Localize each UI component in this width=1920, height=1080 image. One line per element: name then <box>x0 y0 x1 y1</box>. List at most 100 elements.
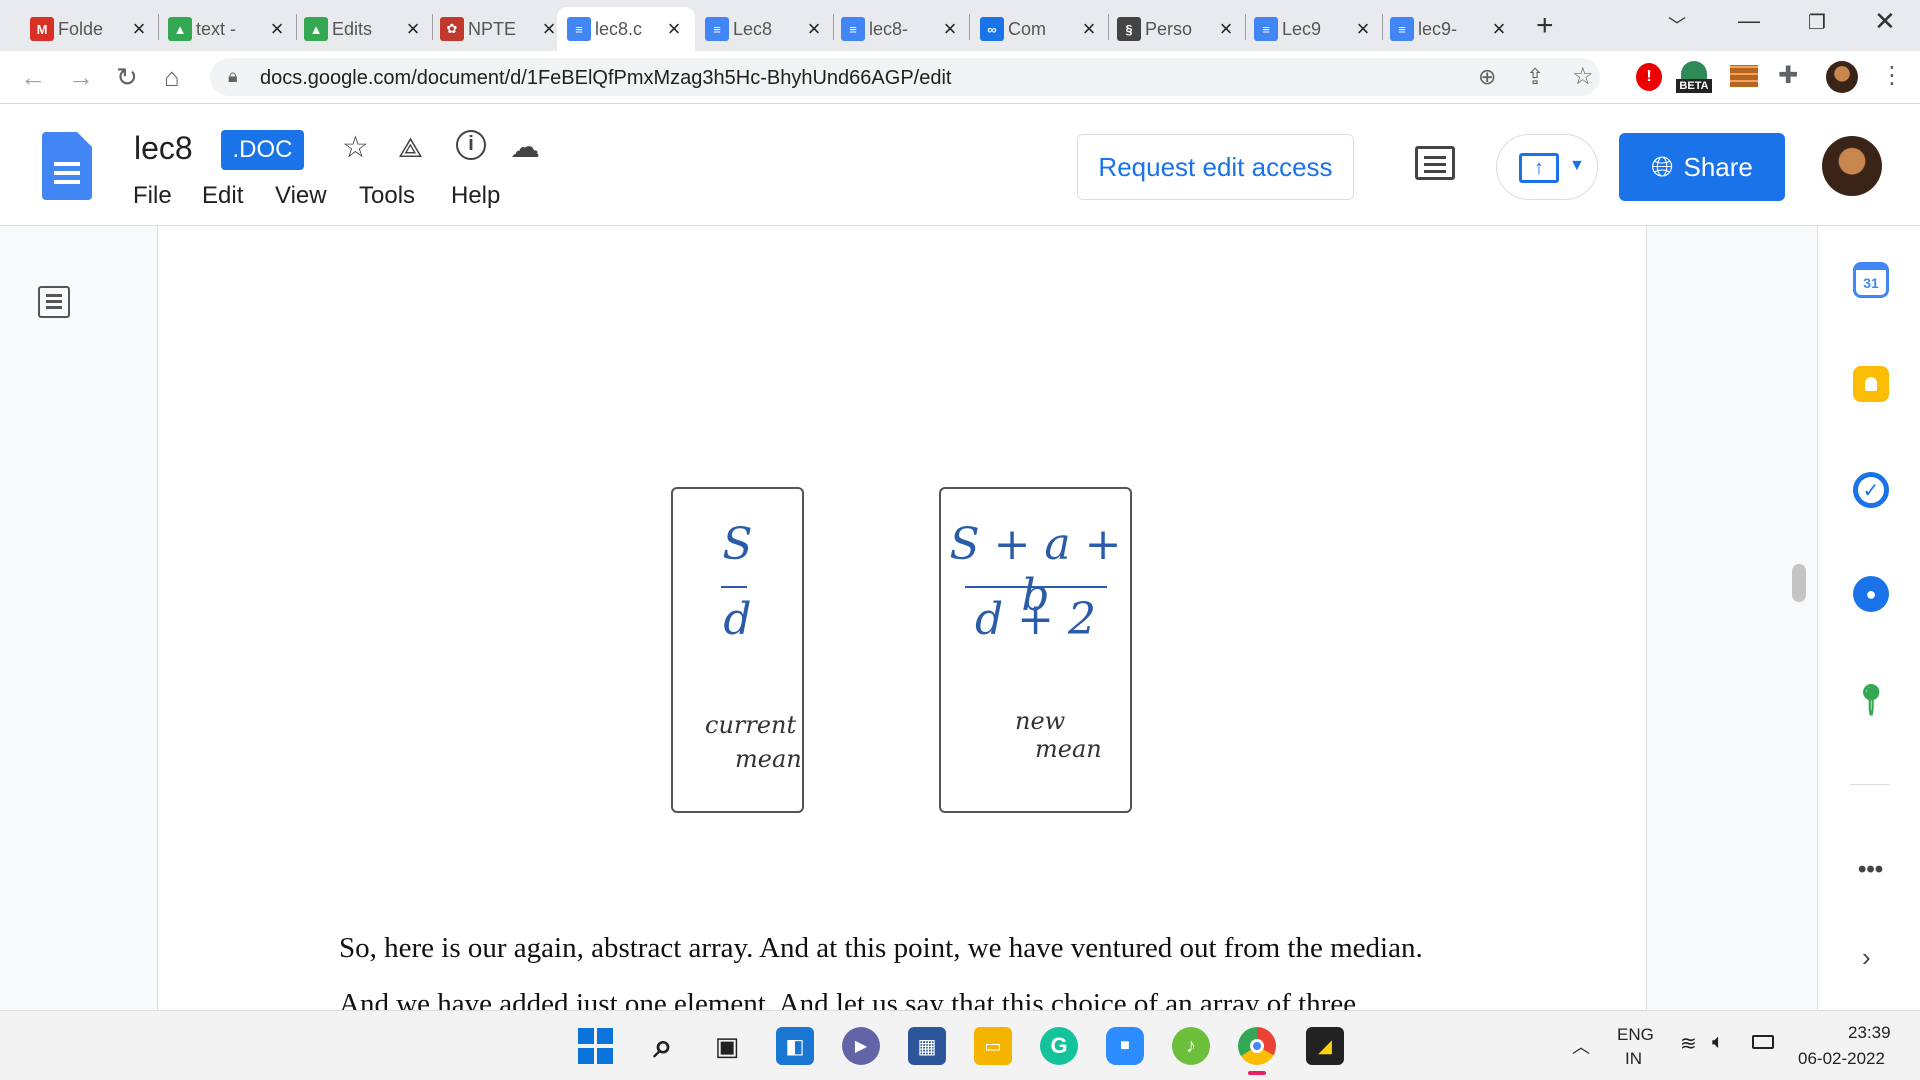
clock-time[interactable]: 23:39 <box>1848 1023 1891 1043</box>
grammarly-icon[interactable]: G <box>1040 1027 1078 1065</box>
language-line1[interactable]: ENG <box>1617 1025 1654 1045</box>
tab-close-icon[interactable]: × <box>1215 16 1237 42</box>
tab-close-icon[interactable]: × <box>803 16 825 42</box>
tab-close-icon[interactable]: × <box>128 16 150 42</box>
new-tab-button[interactable]: + <box>1536 9 1554 43</box>
bookmark-star-icon[interactable]: ☆ <box>1572 62 1594 91</box>
menu-edit[interactable]: Edit <box>202 182 243 210</box>
tab-8[interactable]: § Perso × <box>1117 7 1237 51</box>
task-view-icon[interactable]: ▣ <box>708 1027 746 1065</box>
zoom-icon[interactable]: ⊕ <box>1478 64 1496 90</box>
extensions-puzzle-icon[interactable]: ✚ <box>1778 61 1798 90</box>
battery-icon[interactable] <box>1752 1035 1774 1049</box>
request-edit-access-button[interactable]: Request edit access <box>1077 134 1354 200</box>
tab-separator <box>296 14 297 40</box>
contacts-icon[interactable]: ● <box>1853 576 1889 612</box>
menu-help[interactable]: Help <box>451 182 500 210</box>
tray-chevron-icon[interactable]: ︿ <box>1572 1033 1590 1059</box>
brick-extension-icon[interactable] <box>1730 65 1758 87</box>
tab-3[interactable]: ✿ NPTE × <box>440 7 560 51</box>
tab-close-icon[interactable]: × <box>939 16 961 42</box>
cloud-status-icon[interactable]: ☁ <box>510 130 540 165</box>
minimize-icon[interactable]: — <box>1738 8 1760 34</box>
store-icon[interactable]: ▦ <box>908 1027 946 1065</box>
maps-icon[interactable]: 📍︎ <box>1852 682 1890 718</box>
lock-icon: 🔒︎ <box>228 66 238 86</box>
menu-tools[interactable]: Tools <box>359 182 415 210</box>
beta-extension-icon[interactable]: BETA <box>1676 61 1712 95</box>
calendar-icon[interactable]: 31 <box>1853 262 1889 298</box>
tab-1[interactable]: ▲ text - × <box>168 7 288 51</box>
tab-5[interactable]: ≡ Lec8 × <box>705 7 825 51</box>
url-text[interactable]: docs.google.com/document/d/1FeBElQfPmxMz… <box>260 67 951 90</box>
sticky-notes-icon[interactable]: ◢ <box>1306 1027 1344 1065</box>
start-icon[interactable] <box>578 1027 613 1065</box>
restore-icon[interactable]: ❐ <box>1808 10 1826 35</box>
document-page[interactable]: S d current mean S + a + b d + 2 new mea… <box>157 226 1647 1010</box>
home-icon[interactable]: ⌂ <box>164 63 180 91</box>
file-explorer-icon[interactable]: ▭ <box>974 1027 1012 1065</box>
star-icon[interactable]: ☆ <box>342 130 369 165</box>
forward-icon[interactable]: → <box>68 63 94 91</box>
tab-separator <box>432 14 433 40</box>
tab-6[interactable]: ≡ lec8- × <box>841 7 961 51</box>
reload-icon[interactable]: ↻ <box>116 63 138 91</box>
tab-close-icon[interactable]: × <box>1352 16 1374 42</box>
drive-icon: ▲ <box>168 17 192 41</box>
clock-date[interactable]: 06-02-2022 <box>1798 1049 1885 1069</box>
more-icon[interactable]: ••• <box>1858 856 1883 884</box>
close-window-icon[interactable]: ✕ <box>1874 6 1896 37</box>
back-icon[interactable]: ← <box>20 63 46 91</box>
share-page-icon[interactable]: ⇪ <box>1526 64 1544 90</box>
tab-search-icon[interactable]: ﹀ <box>1668 12 1686 38</box>
paragraph-line-1: So, here is our again, abstract array. A… <box>339 932 1423 964</box>
move-to-drive-icon[interactable]: ⟁ <box>398 132 423 165</box>
outline-icon[interactable] <box>38 286 70 318</box>
tab-close-icon[interactable]: × <box>1078 16 1100 42</box>
address-bar[interactable]: 🔒︎ docs.google.com/document/d/1FeBElQfPm… <box>210 58 1600 96</box>
tab-0[interactable]: M Folde × <box>30 7 150 51</box>
tab-close-icon[interactable]: × <box>402 16 424 42</box>
music-app-icon[interactable]: ♪ <box>1172 1027 1210 1065</box>
profile-avatar-small[interactable] <box>1826 61 1858 93</box>
tab-close-icon[interactable]: × <box>266 16 288 42</box>
chrome-active-indicator <box>1248 1071 1266 1075</box>
keep-icon[interactable] <box>1853 366 1889 402</box>
tab-2[interactable]: ▲ Edits × <box>304 7 424 51</box>
tab-4[interactable]: ≡ lec8.c × <box>557 7 695 51</box>
chrome-icon[interactable] <box>1238 1027 1276 1065</box>
present-button[interactable]: ↑ ▼ <box>1496 134 1598 200</box>
docs-icon: ≡ <box>1390 17 1414 41</box>
tab-separator <box>1245 14 1246 40</box>
share-button[interactable]: 🌐︎ Share <box>1619 133 1785 201</box>
volume-icon[interactable]: 🔈︎ <box>1712 1031 1724 1054</box>
side-panel-divider <box>1850 784 1890 785</box>
drive-icon: ▲ <box>304 17 328 41</box>
tab-10[interactable]: ≡ lec9- × <box>1390 7 1510 51</box>
globe-icon: 🌐︎ <box>1651 150 1674 182</box>
info-icon[interactable]: i <box>456 130 486 160</box>
tab-7[interactable]: ∞ Com × <box>980 7 1100 51</box>
adblock-extension-icon[interactable]: ! <box>1636 63 1662 91</box>
docs-logo-icon[interactable] <box>42 132 92 200</box>
tab-close-icon[interactable]: × <box>1488 16 1510 42</box>
tab-close-icon[interactable]: × <box>663 16 685 42</box>
widgets-icon[interactable]: ◧ <box>776 1027 814 1065</box>
search-icon[interactable]: ⌕ <box>644 1027 682 1065</box>
card1-numerator: S <box>722 519 753 570</box>
user-avatar[interactable] <box>1822 136 1882 196</box>
language-line2[interactable]: IN <box>1625 1049 1642 1069</box>
menu-view[interactable]: View <box>275 182 327 210</box>
zoom-icon-app[interactable]: ■ <box>1106 1027 1144 1065</box>
teams-icon[interactable]: ▶ <box>842 1027 880 1065</box>
tasks-icon[interactable]: ✓ <box>1853 472 1889 508</box>
expand-panel-icon[interactable]: › <box>1862 942 1871 973</box>
tab-separator <box>969 14 970 40</box>
menu-file[interactable]: File <box>133 182 172 210</box>
doc-title[interactable]: lec8 <box>134 130 193 167</box>
vertical-scrollbar-thumb[interactable] <box>1792 564 1806 602</box>
wifi-icon[interactable]: ≋ <box>1680 1031 1697 1056</box>
tab-9[interactable]: ≡ Lec9 × <box>1254 7 1374 51</box>
browser-menu-icon[interactable]: ⋮ <box>1880 61 1904 90</box>
comments-icon[interactable] <box>1415 146 1455 180</box>
